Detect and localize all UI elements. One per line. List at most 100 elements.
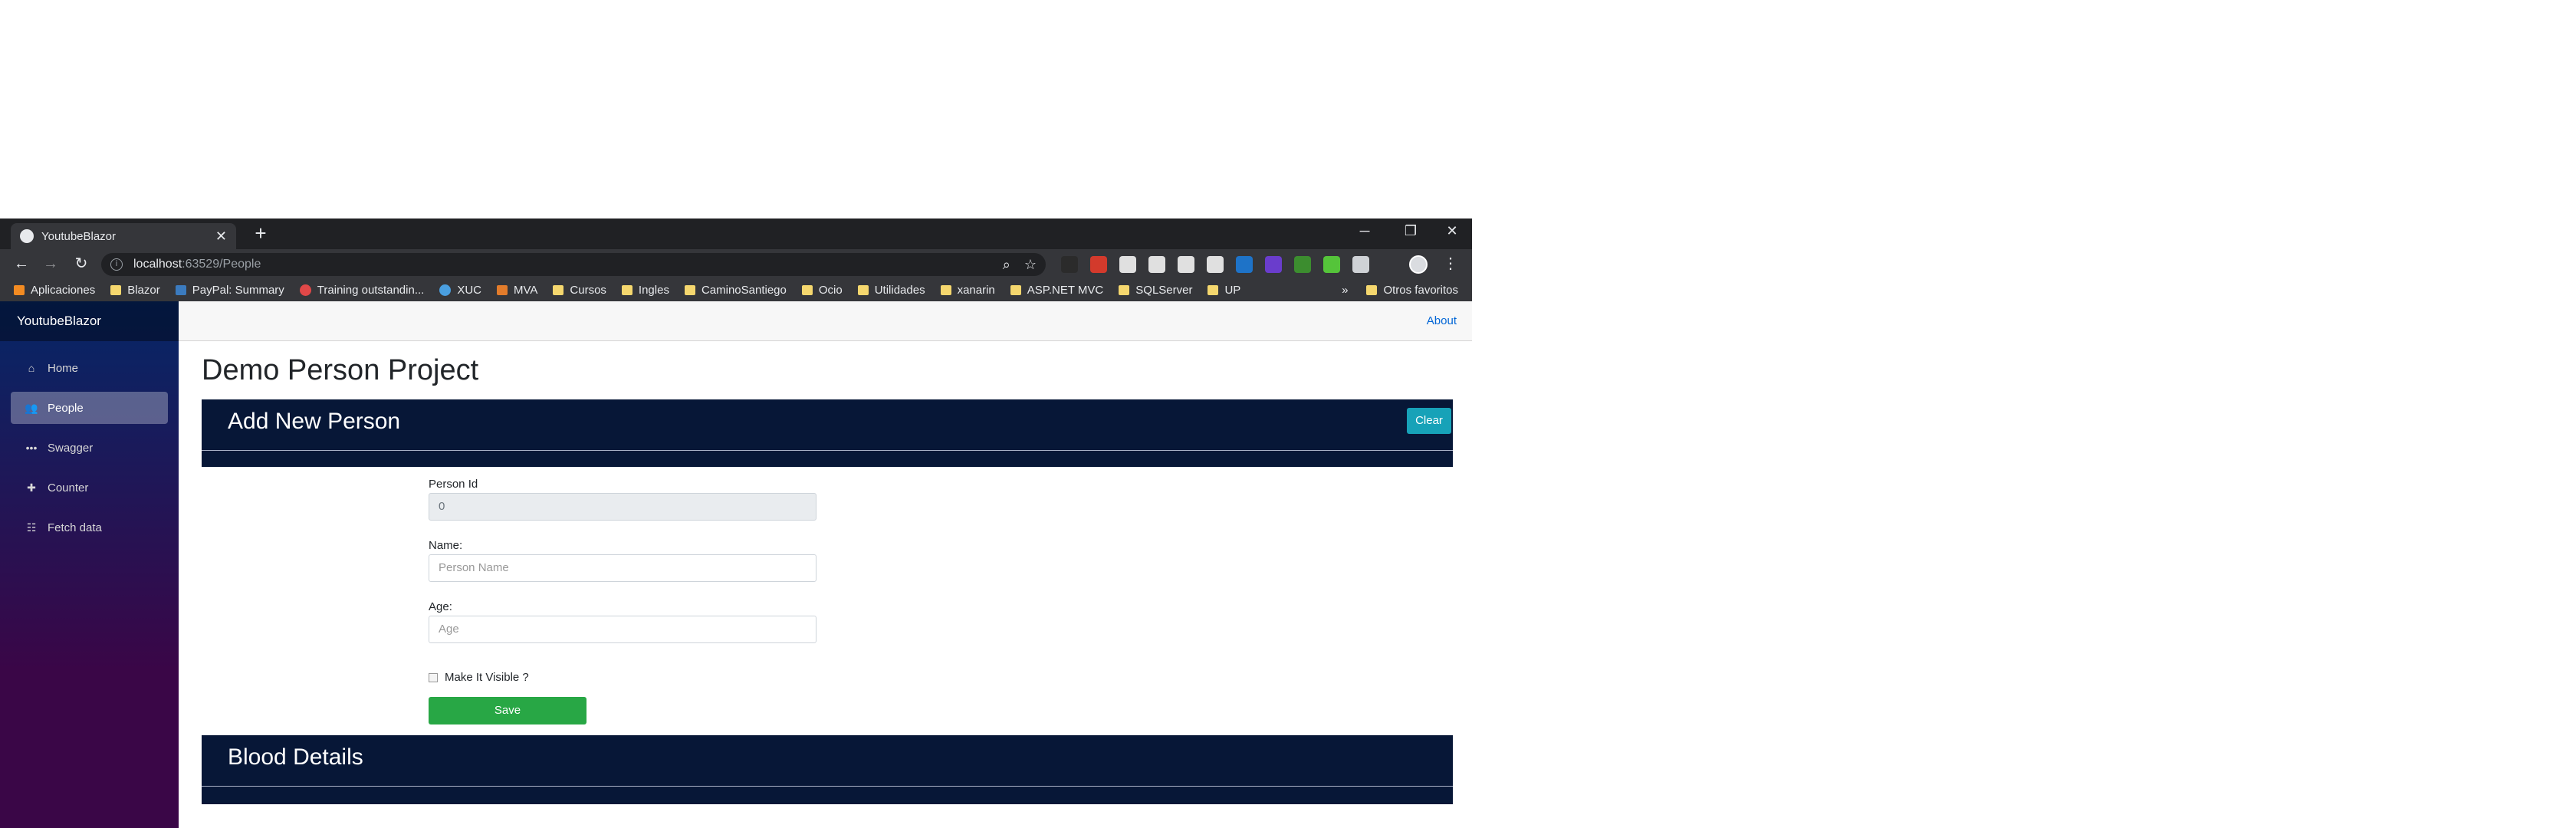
about-link[interactable]: About	[1427, 314, 1457, 327]
nav-item-label: Swagger	[48, 441, 94, 455]
nav-item-home[interactable]: ⌂ Home	[11, 352, 168, 384]
ellipsis-icon: •••	[25, 442, 38, 454]
reload-button[interactable]: ↻	[71, 254, 92, 274]
bookmark-item[interactable]: XUC	[439, 284, 481, 297]
nav-item-fetch-data[interactable]: ☷ Fetch data	[11, 511, 168, 544]
profile-avatar[interactable]	[1409, 255, 1428, 274]
globe-icon	[20, 229, 34, 243]
bookmark-item[interactable]: Aplicaciones	[14, 284, 95, 297]
browser-menu-icon[interactable]: ⋮	[1441, 254, 1460, 273]
folder-icon	[857, 284, 869, 295]
bookmark-label: xanarin	[957, 283, 995, 297]
bookmark-label: UP	[1224, 283, 1241, 297]
panel-divider	[202, 786, 1453, 787]
site-icon	[175, 284, 186, 295]
bookmarks-bar: Aplicaciones Blazor PayPal: Summary Trainin…	[0, 278, 1472, 301]
address-bar[interactable]: i localhost:63529/People ⌕ ☆	[101, 253, 1046, 276]
folder-icon	[801, 284, 813, 295]
name-field[interactable]: Person Name	[429, 554, 816, 582]
minimize-button[interactable]: ─	[1349, 223, 1380, 239]
bookmark-item[interactable]: Training outstandin...	[299, 283, 425, 297]
age-label: Age:	[429, 600, 452, 613]
tab-title: YoutubeBlazor	[41, 229, 117, 243]
back-button[interactable]: ←	[11, 254, 32, 274]
bookmark-item[interactable]: SQLServer	[1119, 284, 1192, 297]
nav-item-label: Home	[48, 361, 79, 375]
bookmark-item[interactable]: Utilidades	[857, 283, 925, 297]
visible-checkbox[interactable]	[429, 672, 438, 682]
nav-item-swagger[interactable]: ••• Swagger	[11, 432, 168, 464]
bookmark-item[interactable]: Cursos	[553, 284, 606, 297]
bookmark-item[interactable]: Ocio	[801, 284, 843, 297]
plus-icon: ✚	[27, 481, 36, 494]
extension-icon[interactable]	[1178, 256, 1194, 273]
bookmark-item[interactable]: UP	[1208, 284, 1240, 297]
extension-icon[interactable]	[1352, 256, 1369, 273]
tab-close-icon[interactable]: ✕	[215, 228, 227, 245]
bookmark-item[interactable]: Ingles	[621, 283, 669, 297]
bookmark-item[interactable]: PayPal: Summary	[175, 284, 284, 297]
clear-button[interactable]: Clear	[1407, 408, 1451, 434]
extension-icon[interactable]	[1236, 256, 1253, 273]
visible-checkbox-label: Make It Visible ?	[445, 671, 529, 684]
site-icon	[299, 284, 311, 296]
top-row: About	[179, 301, 1472, 341]
add-person-panel: Add New Person Clear	[202, 399, 1453, 467]
panel-divider	[202, 450, 1453, 451]
site-icon	[497, 284, 508, 295]
nav-item-counter[interactable]: ✚ Counter	[11, 472, 168, 504]
site-icon	[439, 284, 452, 296]
extension-icon[interactable]	[1323, 256, 1340, 273]
extension-icon[interactable]	[1265, 256, 1282, 273]
bookmark-label: CaminoSantiego	[701, 283, 787, 297]
other-bookmarks-label: Otros favoritos	[1383, 283, 1458, 297]
page-title: Demo Person Project	[202, 354, 479, 386]
bookmark-label: ASP.NET MVC	[1027, 283, 1104, 297]
extension-icon[interactable]	[1119, 256, 1136, 273]
list-icon: ☷	[26, 521, 37, 534]
folder-icon	[1208, 284, 1219, 295]
nav-item-people[interactable]: 👥 People	[11, 392, 168, 424]
extension-icon[interactable]	[1090, 256, 1107, 273]
new-tab-button[interactable]: +	[250, 223, 271, 245]
name-label: Name:	[429, 539, 463, 552]
brand[interactable]: YoutubeBlazor	[0, 301, 179, 341]
blood-details-panel: Blood Details	[202, 735, 1453, 804]
restore-button[interactable]: ❐	[1395, 223, 1426, 239]
bookmark-label: Ingles	[638, 283, 669, 297]
folder-icon	[621, 284, 632, 295]
url-path: :63529/People	[182, 258, 261, 271]
bookmarks-overflow-button[interactable]: »	[1342, 284, 1348, 297]
window-close-button[interactable]: ✕	[1437, 223, 1467, 239]
apps-grid-icon	[14, 284, 25, 295]
bookmark-item[interactable]: xanarin	[940, 283, 995, 297]
extension-icon[interactable]	[1148, 256, 1165, 273]
blood-details-heading: Blood Details	[228, 744, 363, 770]
bookmark-item[interactable]: CaminoSantiego	[684, 283, 787, 297]
bookmark-item[interactable]: MVA	[497, 284, 537, 297]
bookmark-item[interactable]: Blazor	[110, 284, 160, 297]
other-bookmarks[interactable]: Otros favoritos	[1366, 284, 1458, 297]
bookmark-label: Utilidades	[874, 283, 925, 297]
age-field[interactable]: Age	[429, 616, 816, 643]
bookmark-label: Cursos	[570, 283, 606, 297]
extension-icon[interactable]	[1207, 256, 1224, 273]
people-icon: 👥	[25, 401, 38, 414]
browser-tab[interactable]: YoutubeBlazor ✕	[11, 223, 236, 249]
forward-button[interactable]: →	[40, 254, 61, 274]
bookmark-label: MVA	[514, 283, 538, 297]
bookmark-label: Training outstandin...	[317, 283, 425, 297]
bookmark-label: Blazor	[127, 283, 160, 297]
add-person-heading: Add New Person	[228, 409, 401, 434]
visible-checkbox-row[interactable]: Make It Visible ?	[429, 671, 529, 684]
zoom-icon[interactable]: ⌕	[1003, 257, 1010, 273]
extension-icon[interactable]	[1294, 256, 1311, 273]
site-info-icon[interactable]: i	[110, 258, 123, 271]
extension-icon[interactable]	[1061, 256, 1078, 273]
bookmark-star-icon[interactable]: ☆	[1024, 257, 1037, 273]
save-button[interactable]: Save	[429, 697, 586, 724]
nav-item-label: People	[48, 401, 84, 415]
person-id-field: 0	[429, 493, 816, 521]
extensions-area	[1061, 256, 1369, 273]
bookmark-item[interactable]: ASP.NET MVC	[1010, 284, 1103, 297]
